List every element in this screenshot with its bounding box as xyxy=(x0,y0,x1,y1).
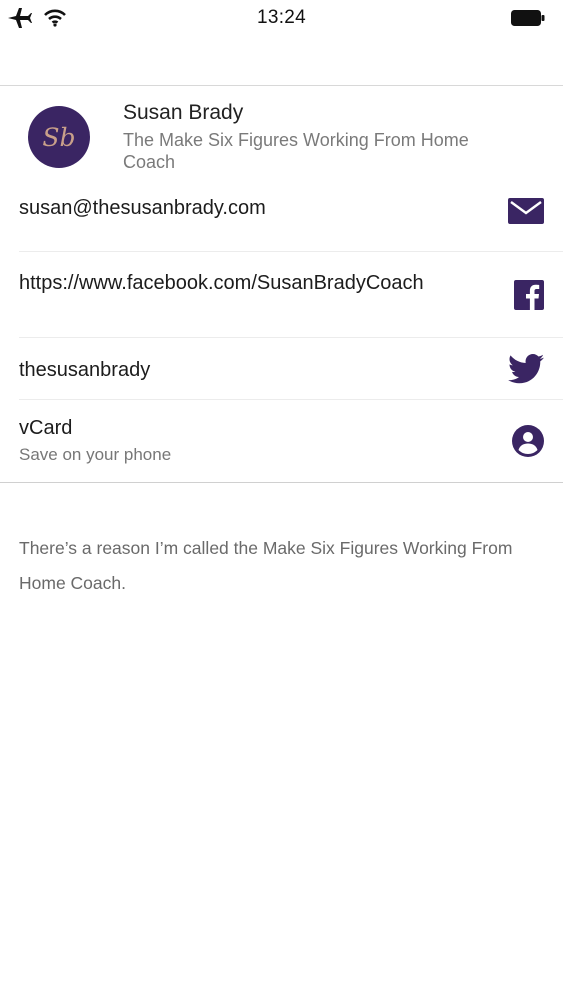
facebook-row[interactable]: https://www.facebook.com/SusanBradyCoach xyxy=(19,252,563,338)
avatar-initials: Sb xyxy=(42,122,76,152)
twitter-text: thesusanbrady xyxy=(19,359,151,381)
email-text: susan@thesusanbrady.com xyxy=(19,197,266,219)
twitter-row[interactable]: thesusanbrady xyxy=(19,338,563,400)
profile-name: Susan Brady xyxy=(123,101,244,124)
email-row[interactable]: susan@thesusanbrady.com xyxy=(19,170,563,252)
profile-text: Susan Brady The Make Six Figures Working… xyxy=(123,101,503,173)
facebook-icon xyxy=(514,279,544,310)
person-icon xyxy=(512,425,544,457)
vcard-text: vCard xyxy=(19,417,73,439)
avatar: Sb xyxy=(28,106,90,168)
mail-icon xyxy=(508,197,544,224)
navigation-bar xyxy=(0,38,563,86)
twitter-icon xyxy=(508,353,544,384)
profile-header: Sb Susan Brady The Make Six Figures Work… xyxy=(0,86,563,173)
vcard-subtext: Save on your phone xyxy=(19,445,172,464)
facebook-text: https://www.facebook.com/SusanBradyCoach xyxy=(19,272,424,294)
profile-subtitle: The Make Six Figures Working From Home C… xyxy=(123,130,469,172)
status-time: 13:24 xyxy=(256,7,307,28)
battery-icon xyxy=(511,10,545,31)
description-text: There’s a reason I’m called the Make Six… xyxy=(19,538,513,593)
status-bar: 13:24 xyxy=(0,0,563,38)
vcard-row[interactable]: vCard Save on your phone xyxy=(19,400,563,482)
